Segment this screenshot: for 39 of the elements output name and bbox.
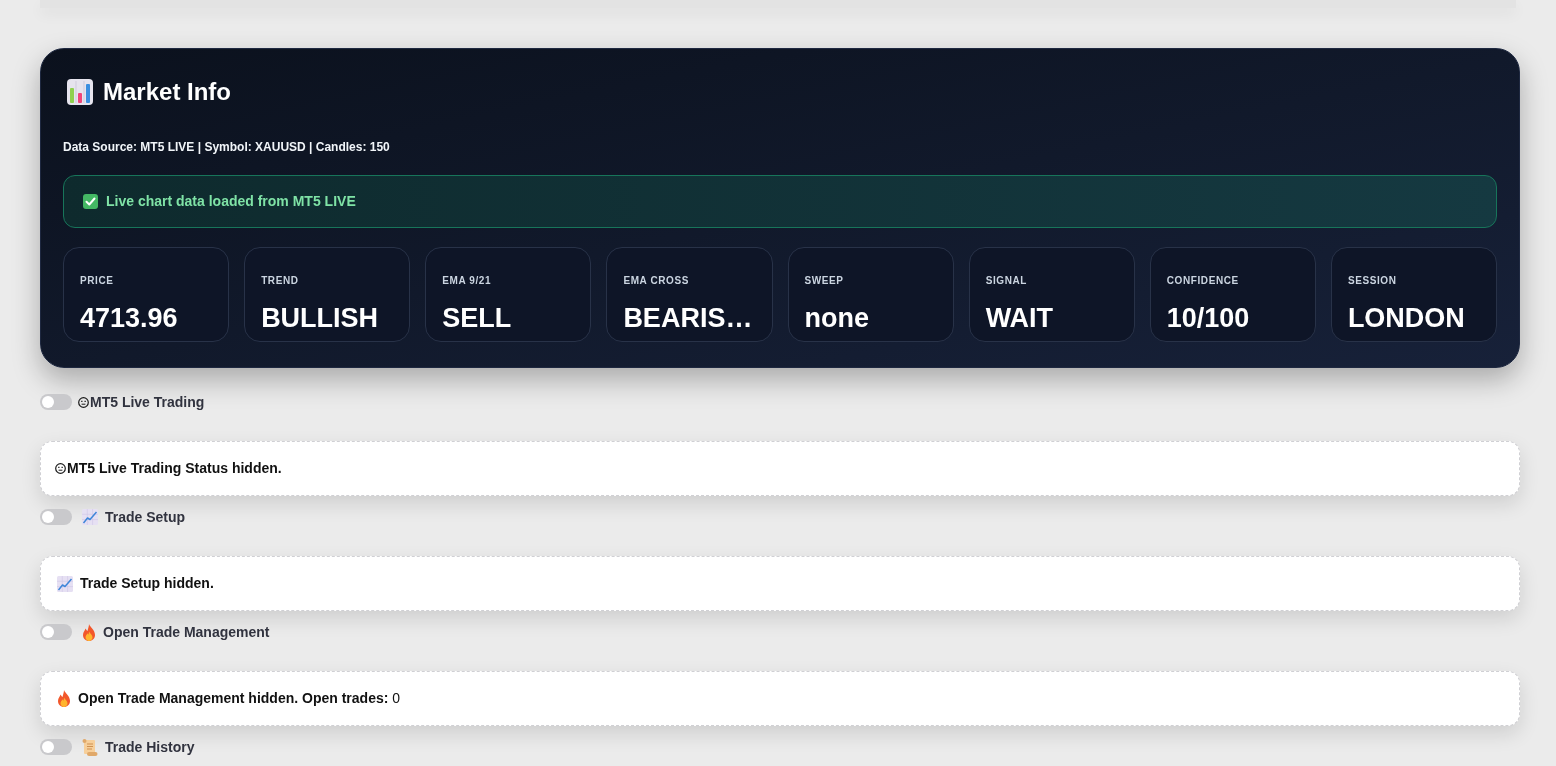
metric-value: none: [804, 303, 869, 333]
toggle-switch[interactable]: [40, 509, 72, 525]
metric-value: BULLISH: [261, 303, 379, 333]
toggle-label: Open Trade Management: [103, 622, 270, 642]
metric-label: EMA CROSS: [623, 275, 689, 286]
metric-value: WAIT: [985, 303, 1054, 333]
card-title: Market Info: [103, 78, 231, 106]
scroll-icon: [82, 738, 98, 756]
neutral-face-icon: [78, 396, 89, 408]
bar-chart-icon: [67, 79, 93, 105]
metric-label: SESSION: [1347, 275, 1397, 286]
data-source-text: Data Source: MT5 LIVE | Symbol: XAUUSD | Candles: 150: [63, 140, 390, 154]
alert-text: Live chart data loaded from MT5 LIVE: [106, 192, 356, 211]
line-chart-icon: [57, 575, 73, 592]
metric-label: SIGNAL: [985, 275, 1027, 286]
toggle-switch[interactable]: [40, 739, 72, 755]
metric-label: EMA 9/21: [442, 275, 492, 286]
metric-value: BEARIS…: [623, 303, 753, 333]
toggle-label: MT5 Live Trading: [90, 392, 205, 412]
flame-icon: [57, 690, 71, 707]
metric-value: SELL: [442, 303, 512, 333]
toggle-label: Trade Setup: [105, 507, 186, 527]
metric-value: 10/100: [1166, 303, 1250, 333]
toggle-switch[interactable]: [40, 394, 72, 410]
notice-text: Open Trade Management hidden. Open trades: 0: [78, 689, 401, 708]
metric-label: PRICE: [80, 275, 114, 286]
notice-text: MT5 Live Trading Status hidden.: [67, 459, 282, 478]
check-icon: [83, 194, 98, 209]
metric-value: 4713.96: [80, 303, 178, 333]
metric-value: LONDON: [1347, 303, 1465, 333]
metric-label: CONFIDENCE: [1166, 275, 1239, 286]
metric-label: TREND: [261, 275, 299, 286]
flame-icon: [82, 623, 96, 641]
line-chart-icon: [82, 509, 98, 525]
toggle-switch[interactable]: [40, 624, 72, 640]
notice-text: Trade Setup hidden.: [80, 574, 214, 593]
toggle-label: Trade History: [105, 737, 195, 757]
metric-label: SWEEP: [804, 275, 844, 286]
neutral-face-icon: [55, 463, 66, 474]
